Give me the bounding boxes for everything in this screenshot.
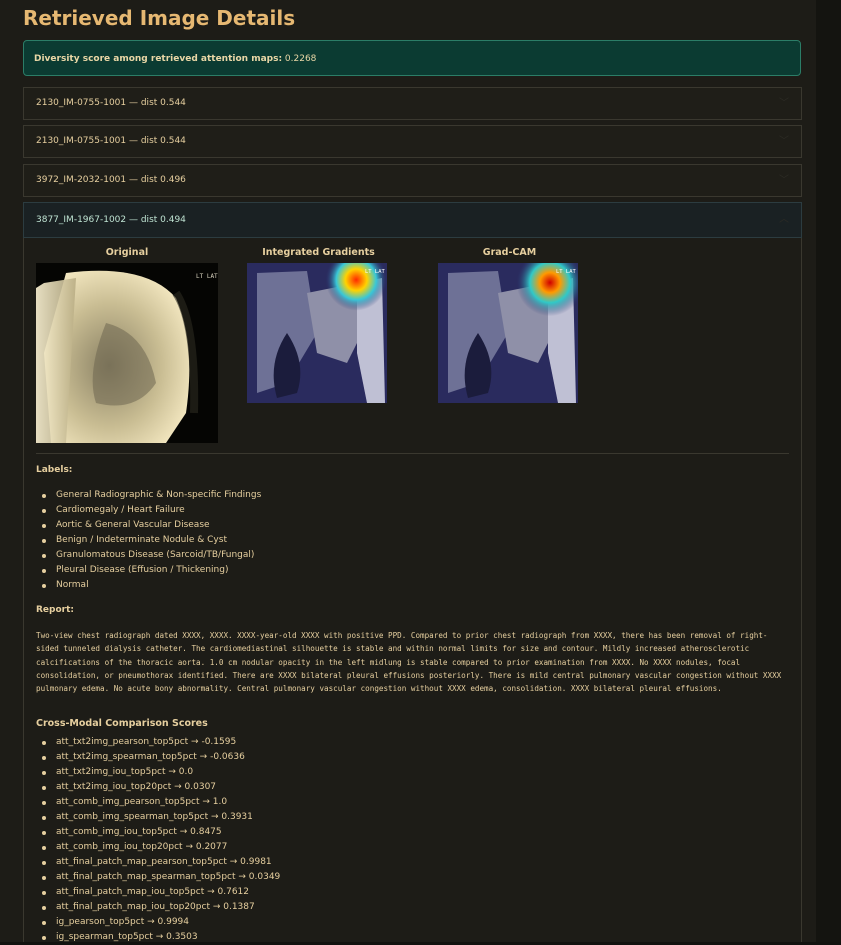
labels-heading: Labels: [36,465,73,475]
original-xray-image: LT LAT [36,263,218,443]
result-accordion-2[interactable]: 2130_IM-0755-1001 — dist 0.544 ﹀ [23,125,802,158]
diversity-label: Diversity score among retrieved attentio… [34,54,283,64]
xray-marker-text: LT LAT [196,273,218,280]
list-item: att_txt2img_pearson_top5pct → -0.1595 [36,735,736,750]
labels-list: General Radiographic & Non-specific Find… [36,488,736,593]
list-item: ig_pearson_top5pct → 0.9994 [36,915,736,930]
chevron-down-icon: ﹀ [779,175,789,186]
ig-caption: Integrated Gradients [262,247,375,258]
list-item: att_final_patch_map_iou_top20pct → 0.138… [36,900,736,915]
list-item: att_txt2img_iou_top5pct → 0.0 [36,765,736,780]
list-item: att_final_patch_map_iou_top5pct → 0.7612 [36,885,736,900]
list-item: General Radiographic & Non-specific Find… [36,488,736,503]
list-item: Granulomatous Disease (Sarcoid/TB/Fungal… [36,548,736,563]
list-item: att_final_patch_map_pearson_top5pct → 0.… [36,855,736,870]
list-item: att_comb_img_iou_top5pct → 0.8475 [36,825,736,840]
list-item: att_txt2img_spearman_top5pct → -0.0636 [36,750,736,765]
result-detail-panel: Original Integrated Gradients Grad-CAM L… [23,238,802,942]
chevron-up-icon: ︿ [779,214,789,225]
result-label: 3877_IM-1967-1002 — dist 0.494 [36,215,186,225]
result-label: 2130_IM-0755-1001 — dist 0.544 [36,98,186,108]
list-item: Pleural Disease (Effusion / Thickening) [36,563,736,578]
report-heading: Report: [36,605,74,615]
list-item: att_comb_img_pearson_top5pct → 1.0 [36,795,736,810]
ig-heatmap-image: LT LAT [247,263,387,403]
chevron-down-icon: ﹀ [779,136,789,147]
diversity-alert: Diversity score among retrieved attentio… [23,40,801,76]
result-accordion-3[interactable]: 3972_IM-2032-1001 — dist 0.496 ﹀ [23,164,802,197]
list-item: Benign / Indeterminate Nodule & Cyst [36,533,736,548]
list-item: Cardiomegaly / Heart Failure [36,503,736,518]
gradcam-marker-text: LT LAT [556,269,577,275]
gradcam-caption: Grad-CAM [482,247,537,258]
ig-marker-text: LT LAT [365,269,386,275]
list-item: att_final_patch_map_spearman_top5pct → 0… [36,870,736,885]
original-caption: Original [105,247,149,258]
section-divider [36,453,789,454]
list-item: att_comb_img_iou_top20pct → 0.2077 [36,840,736,855]
result-label: 3972_IM-2032-1001 — dist 0.496 [36,175,186,185]
scores-list: att_txt2img_pearson_top5pct → -0.1595 at… [36,735,736,945]
result-accordion-1[interactable]: 2130_IM-0755-1001 — dist 0.544 ﹀ [23,87,802,120]
list-item: att_txt2img_iou_top20pct → 0.0307 [36,780,736,795]
page-title: Retrieved Image Details [23,6,296,30]
result-label: 2130_IM-0755-1001 — dist 0.544 [36,136,186,146]
list-item: Normal [36,578,736,593]
chevron-down-icon: ﹀ [779,98,789,109]
list-item: att_comb_img_spearman_top5pct → 0.3931 [36,810,736,825]
gradcam-heatmap-image: LT LAT [438,263,578,403]
page: Retrieved Image Details Diversity score … [0,0,816,942]
result-accordion-4[interactable]: 3877_IM-1967-1002 — dist 0.494 ︿ [23,202,802,238]
list-item: Aortic & General Vascular Disease [36,518,736,533]
scores-heading: Cross-Modal Comparison Scores [36,718,208,729]
scrollbar[interactable] [816,0,841,942]
list-item: ig_spearman_top5pct → 0.3503 [36,930,736,945]
report-text: Two-view chest radiograph dated XXXX, XX… [36,631,782,694]
diversity-value: 0.2268 [284,54,317,64]
